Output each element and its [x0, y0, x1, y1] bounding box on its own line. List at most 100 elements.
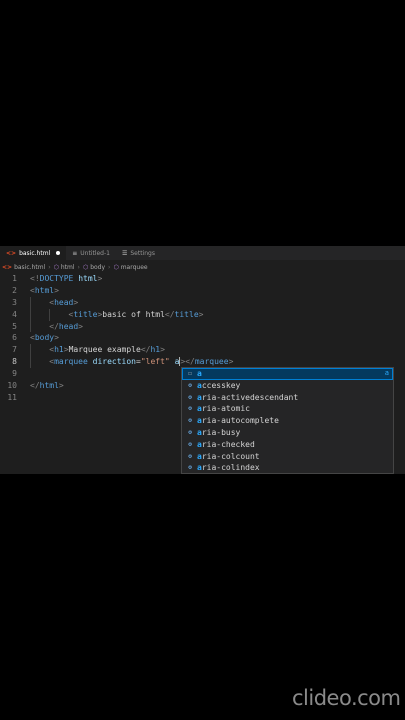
line-number: 8 — [12, 357, 17, 367]
property-wrench-icon: ⚙ — [188, 464, 192, 472]
code-line[interactable]: 1 <!DOCTYPE html> — [0, 273, 405, 285]
line-number: 7 — [12, 345, 17, 355]
match-highlight: a — [197, 427, 202, 437]
code-token: head — [58, 321, 79, 331]
code-token: head — [54, 297, 74, 307]
suggestion-label: aria-atomic — [197, 404, 250, 414]
code-token: > — [228, 357, 234, 367]
code-token: > — [54, 333, 59, 343]
suggestion-item[interactable]: ⚙ aria-activedescendant — [182, 392, 393, 404]
code-token: html — [39, 381, 59, 391]
tab-label: Untitled-1 — [80, 249, 110, 257]
property-wrench-icon: ⚙ — [188, 452, 192, 460]
suggestion-item[interactable]: ⚙ aria-busy — [182, 427, 393, 439]
element-icon: ⬡ — [82, 263, 89, 271]
line-number: 2 — [12, 285, 17, 295]
code-token: Marquee example — [68, 345, 141, 355]
line-content: <h1>Marquee example</h1> — [30, 344, 165, 356]
code-token: h1 — [150, 345, 161, 355]
indent-guide — [49, 308, 51, 321]
code-token: </ — [30, 381, 40, 391]
code-token: DOCTYPE — [39, 274, 74, 283]
chevron-right-icon: › — [48, 263, 51, 271]
line-content: <html> — [30, 285, 59, 297]
code-token: > — [160, 345, 165, 355]
match-highlight: a — [197, 463, 202, 473]
suggestion-item[interactable]: ⚙ aria-colindex — [182, 462, 393, 473]
line-number: 11 — [7, 392, 17, 402]
code-line[interactable]: 4 <title>basic of html</title> — [0, 308, 405, 321]
line-number: 5 — [12, 321, 17, 331]
line-content: <body> — [30, 332, 59, 344]
suggestion-item[interactable]: ⚙ aria-checked — [182, 439, 393, 451]
breadcrumb-item-file[interactable]: basic.html — [14, 264, 45, 271]
element-icon: ⬡ — [113, 263, 119, 271]
watermark: clideo.com — [292, 686, 401, 710]
unsaved-dot-icon[interactable] — [56, 251, 61, 255]
tab-untitled-1[interactable]: ≡ Untitled-1 — [66, 246, 116, 260]
chevron-right-icon: › — [108, 263, 111, 271]
breadcrumb-item-marquee[interactable]: marquee — [121, 264, 148, 271]
line-number: 4 — [12, 309, 17, 319]
breadcrumb-item-html[interactable]: html — [61, 264, 75, 271]
indent-guide — [30, 308, 31, 321]
tab-settings[interactable]: ☰ Settings — [116, 246, 161, 260]
autocomplete-suggestions: ☐ a a ⚙ accesskey ⚙ aria-activedescendant ⚙ aria… — [181, 367, 394, 474]
line-content: <title>basic of html</title> — [30, 309, 204, 321]
breadcrumb: <> basic.html › ⬡ html › ⬡ body › ⬡ marq… — [0, 260, 405, 274]
settings-icon: ☰ — [121, 249, 128, 257]
code-token: > — [58, 381, 64, 391]
property-wrench-icon: ⚙ — [188, 428, 192, 436]
code-token: ></ — [180, 357, 195, 367]
code-line[interactable]: 5 </head> — [0, 320, 405, 333]
suggestion-label: a — [197, 368, 202, 380]
code-token: direction — [92, 357, 136, 367]
property-wrench-icon: ⚙ — [188, 393, 192, 401]
code-token: <! — [30, 274, 40, 283]
match-highlight: a — [197, 369, 202, 378]
code-token: > — [78, 321, 83, 331]
chevron-right-icon: › — [77, 263, 80, 271]
breadcrumb-item-body[interactable]: body — [90, 264, 105, 271]
indent-guide — [30, 356, 31, 369]
suggestion-item[interactable]: ⚙ aria-atomic — [182, 403, 393, 415]
line-number: 3 — [12, 297, 17, 307]
code-token: marquee — [194, 357, 229, 367]
property-wrench-icon: ⚙ — [188, 405, 192, 413]
code-token: > — [54, 285, 59, 295]
code-token: </ — [49, 321, 59, 331]
match-highlight: a — [197, 380, 202, 390]
code-line[interactable]: 3 <head> — [0, 296, 405, 309]
code-token: > — [198, 309, 204, 319]
code-line[interactable]: 7 <h1>Marquee example</h1> — [0, 344, 405, 357]
code-token: > — [73, 297, 79, 307]
snippet-square-icon: ☐ — [188, 370, 192, 377]
code-line[interactable]: 2 <html> — [0, 285, 405, 297]
tab-bar: <> basic.html ≡ Untitled-1 ☰ Settings — [0, 246, 405, 260]
suggestion-item[interactable]: ⚙ aria-autocomplete — [182, 415, 393, 427]
tab-basic-html[interactable]: <> basic.html — [0, 246, 67, 260]
line-number: 6 — [12, 333, 17, 343]
code-token: title — [73, 309, 98, 319]
suggestion-label: accesskey — [197, 380, 241, 390]
code-token: </ — [164, 309, 175, 319]
code-token: h1 — [54, 345, 64, 355]
suggestion-item[interactable]: ☐ a a — [182, 368, 393, 380]
code-token: "left" — [140, 357, 170, 367]
code-editor: <> basic.html ≡ Untitled-1 ☰ Settings <>… — [0, 246, 405, 474]
code-token: marquee — [54, 357, 88, 367]
suggestion-item[interactable]: ⚙ accesskey — [182, 380, 393, 392]
indent-guide — [30, 296, 31, 309]
property-wrench-icon: ⚙ — [188, 381, 192, 389]
line-number: 1 — [12, 274, 17, 283]
match-highlight: a — [197, 416, 202, 426]
line-content: </html> — [30, 380, 64, 392]
code-token: > — [97, 274, 103, 283]
match-highlight: a — [197, 392, 202, 402]
suggestion-label: aria-colindex — [197, 463, 260, 473]
suggestion-label: aria-autocomplete — [197, 416, 279, 426]
suggestion-item[interactable]: ⚙ aria-colcount — [182, 451, 393, 463]
code-line[interactable]: 6 <body> — [0, 332, 405, 344]
suggestion-label: aria-colcount — [197, 451, 260, 461]
tab-label: basic.html — [19, 249, 51, 257]
